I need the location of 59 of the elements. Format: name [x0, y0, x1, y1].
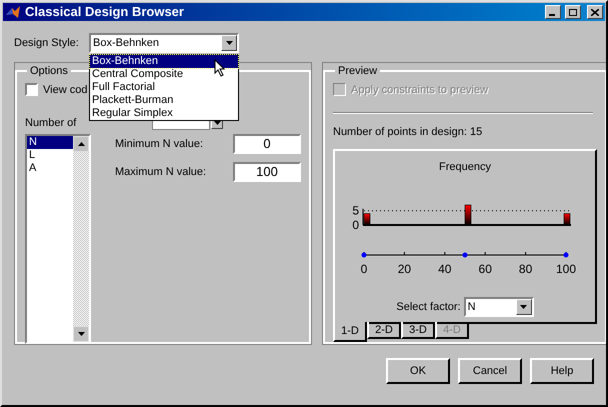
caret-icon [520, 305, 528, 309]
dropdown-option[interactable]: Full Factorial [90, 81, 238, 94]
mouse-cursor-icon [214, 59, 226, 77]
maximize-button[interactable] [565, 5, 581, 19]
app-icon [5, 4, 21, 20]
minimize-button[interactable] [545, 5, 561, 19]
select-factor-label: Select factor: [396, 300, 461, 315]
value-field[interactable]: 0 [233, 134, 301, 154]
checkbox[interactable] [25, 83, 38, 96]
design-point [564, 252, 568, 258]
tick-label: 60 [478, 262, 492, 275]
dropdown-option[interactable]: Central Composite [90, 68, 238, 81]
tab[interactable]: 1-D [333, 322, 367, 342]
value-label: Maximum N value: [115, 164, 208, 180]
design-style-label: Design Style: [14, 36, 80, 51]
dropdown-option[interactable]: Plackett-Burman [90, 94, 238, 107]
tick-label: 80 [518, 262, 532, 275]
list-item[interactable]: A [27, 162, 73, 175]
caret-icon [226, 41, 232, 45]
design-point [462, 252, 468, 258]
tick-label: 20 [398, 262, 412, 275]
select-factor-dropdown[interactable]: N [464, 297, 534, 317]
dialog-button[interactable]: OK [386, 358, 450, 384]
list-item[interactable]: N [27, 136, 73, 149]
dropdown-button[interactable] [221, 35, 237, 51]
list-item[interactable]: L [27, 149, 73, 162]
scroll-down-icon [78, 332, 84, 336]
design-style-dropdown[interactable]: Box-Behnken [89, 33, 239, 53]
value-field[interactable]: 100 [233, 162, 301, 182]
dropdown-option[interactable]: Box-Behnken [90, 55, 238, 68]
chart-title: Frequency [439, 160, 491, 174]
tab[interactable]: 3-D [401, 322, 435, 339]
dropdown-option[interactable]: Regular Simplex [90, 107, 238, 120]
dialog-button[interactable]: Cancel [458, 358, 522, 384]
bar [364, 213, 370, 226]
tab[interactable]: 2-D [367, 322, 401, 339]
close-icon [591, 8, 599, 16]
points-count: Number of points in design: 15 [333, 125, 484, 140]
dialog-button[interactable]: Help [530, 358, 594, 384]
center-points-label: Number of [25, 116, 76, 131]
tick-label: 100 [556, 262, 576, 275]
scroll-up-icon [78, 142, 84, 146]
scrollbar[interactable] [73, 136, 89, 342]
close-button[interactable] [587, 5, 603, 19]
factor-list[interactable]: N L A [25, 134, 91, 344]
tick-label: 5 [352, 204, 359, 218]
dropdown-button[interactable] [516, 299, 532, 315]
maximize-icon [569, 8, 577, 16]
bar [564, 213, 570, 226]
panel-title: Preview [337, 64, 378, 79]
checkbox-label: View cod [43, 82, 88, 98]
tick-label: 0 [352, 218, 359, 232]
checkbox-label: Apply constraints to preview [351, 82, 488, 98]
value-label: Minimum N value: [115, 136, 204, 152]
design-point [362, 252, 366, 258]
panel-title: Options [29, 64, 69, 79]
tick-label: 40 [438, 262, 452, 275]
window-title: Classical Design Browser [25, 3, 185, 22]
tick-label: 0 [360, 262, 368, 275]
